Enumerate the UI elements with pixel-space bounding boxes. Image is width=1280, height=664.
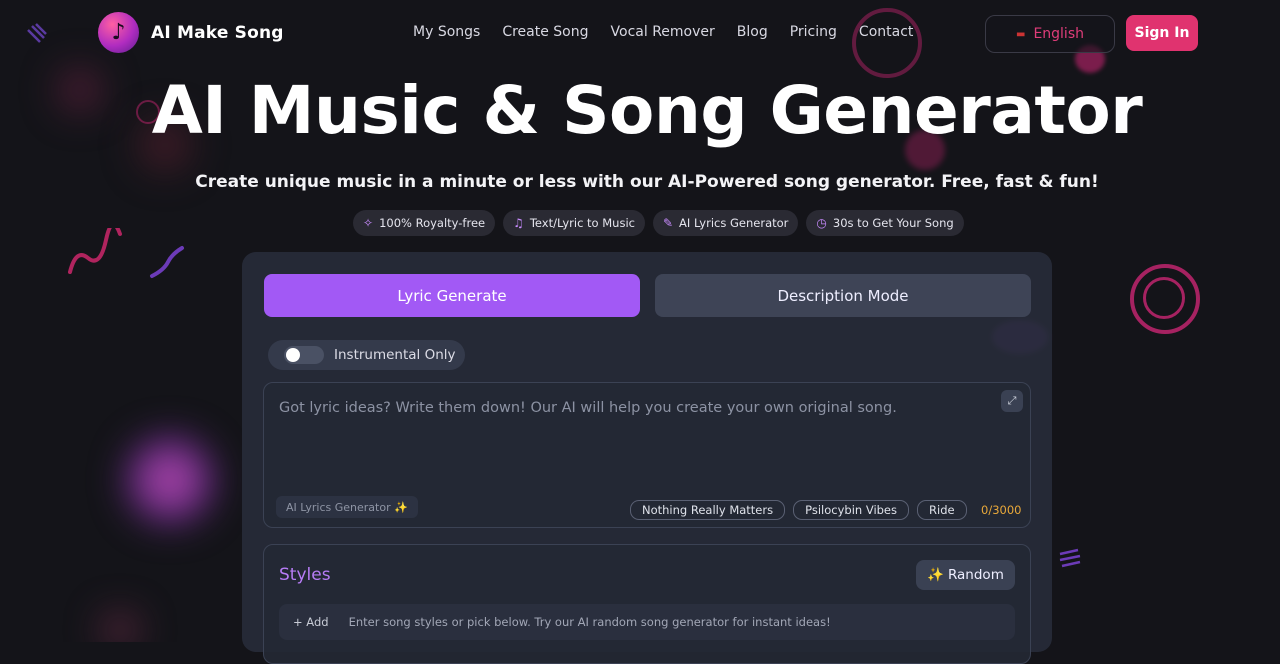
sparkles-icon: ✨ (927, 567, 944, 583)
nav-create-song[interactable]: Create Song (502, 24, 588, 40)
nav-my-songs[interactable]: My Songs (413, 24, 480, 40)
lyrics-input[interactable]: Got lyric ideas? Write them down! Our AI… (263, 382, 1031, 528)
language-label: English (1033, 26, 1084, 42)
suggestion-chip[interactable]: Psilocybin Vibes (793, 500, 910, 520)
glow-orb (120, 430, 220, 530)
pen-icon: ✎ (662, 216, 674, 230)
suggestion-chip[interactable]: Nothing Really Matters (630, 500, 786, 520)
music-note-icon: ♫ (513, 216, 524, 230)
stripes-decoration (1059, 548, 1081, 568)
brand-name: AI Make Song (151, 22, 284, 43)
feature-badge: ♫ Text/Lyric to Music (503, 210, 645, 236)
squiggle-decoration (150, 246, 184, 278)
language-selector[interactable]: ▬ English (985, 15, 1115, 53)
site-header: ♪ AI Make Song My Songs Create Song Voca… (0, 0, 1280, 66)
sparkle-icon: ✧ (363, 216, 374, 230)
page-title: AI Music & Song Generator (151, 72, 1143, 149)
expand-icon[interactable]: ⤢ (1001, 390, 1023, 412)
nav-pricing[interactable]: Pricing (790, 24, 837, 40)
main-nav: My Songs Create Song Vocal Remover Blog … (413, 24, 913, 40)
sign-in-button[interactable]: Sign In (1126, 15, 1198, 51)
vinyl-ring-icon (1143, 277, 1185, 319)
brand-logo[interactable]: ♪ AI Make Song (98, 12, 284, 53)
styles-placeholder: Enter song styles or pick below. Try our… (348, 615, 831, 629)
suggestion-chip[interactable]: Ride (917, 500, 967, 520)
generator-card: Lyric Generate Description Mode Instrume… (242, 252, 1052, 664)
badge-label: AI Lyrics Generator (679, 216, 789, 230)
random-label: Random (947, 567, 1004, 583)
glow-orb (90, 610, 150, 642)
feature-badge: ◷ 30s to Get Your Song (806, 210, 964, 236)
styles-title: Styles (279, 565, 331, 585)
styles-panel: Styles ✨ Random + Add Enter song styles … (263, 544, 1031, 664)
timer-icon: ◷ (816, 216, 827, 230)
badge-label: Text/Lyric to Music (529, 216, 635, 230)
badge-label: 30s to Get Your Song (832, 216, 954, 230)
music-note-logo-icon: ♪ (98, 12, 139, 53)
feature-badge: ✧ 100% Royalty-free (353, 210, 496, 236)
feature-badges: ✧ 100% Royalty-free ♫ Text/Lyric to Musi… (353, 210, 964, 236)
tab-lyric-generate[interactable]: Lyric Generate (264, 274, 640, 317)
character-counter: 0/3000 (981, 503, 1022, 517)
styles-input[interactable]: + Add Enter song styles or pick below. T… (279, 604, 1015, 640)
lyric-suggestions: Nothing Really Matters Psilocybin Vibes … (630, 500, 967, 520)
instrumental-toggle[interactable] (284, 346, 324, 364)
tab-description-mode[interactable]: Description Mode (655, 274, 1031, 317)
vinyl-ring-icon (1130, 264, 1200, 334)
feature-badge: ✎ AI Lyrics Generator (652, 210, 799, 236)
badge-label: 100% Royalty-free (379, 216, 486, 230)
ai-lyrics-generator-button[interactable]: AI Lyrics Generator ✨ (276, 496, 418, 518)
nav-blog[interactable]: Blog (737, 24, 768, 40)
squiggle-decoration (68, 228, 122, 274)
random-button[interactable]: ✨ Random (916, 560, 1015, 590)
us-flag-icon: ▬ (1015, 28, 1026, 40)
page-subtitle: Create unique music in a minute or less … (195, 172, 1099, 192)
instrumental-toggle-row[interactable]: Instrumental Only (268, 340, 465, 370)
nav-contact[interactable]: Contact (859, 24, 913, 40)
instrumental-label: Instrumental Only (334, 347, 456, 363)
nav-vocal-remover[interactable]: Vocal Remover (611, 24, 715, 40)
lyrics-placeholder: Got lyric ideas? Write them down! Our AI… (279, 400, 897, 416)
add-style-button[interactable]: + Add (293, 615, 329, 629)
